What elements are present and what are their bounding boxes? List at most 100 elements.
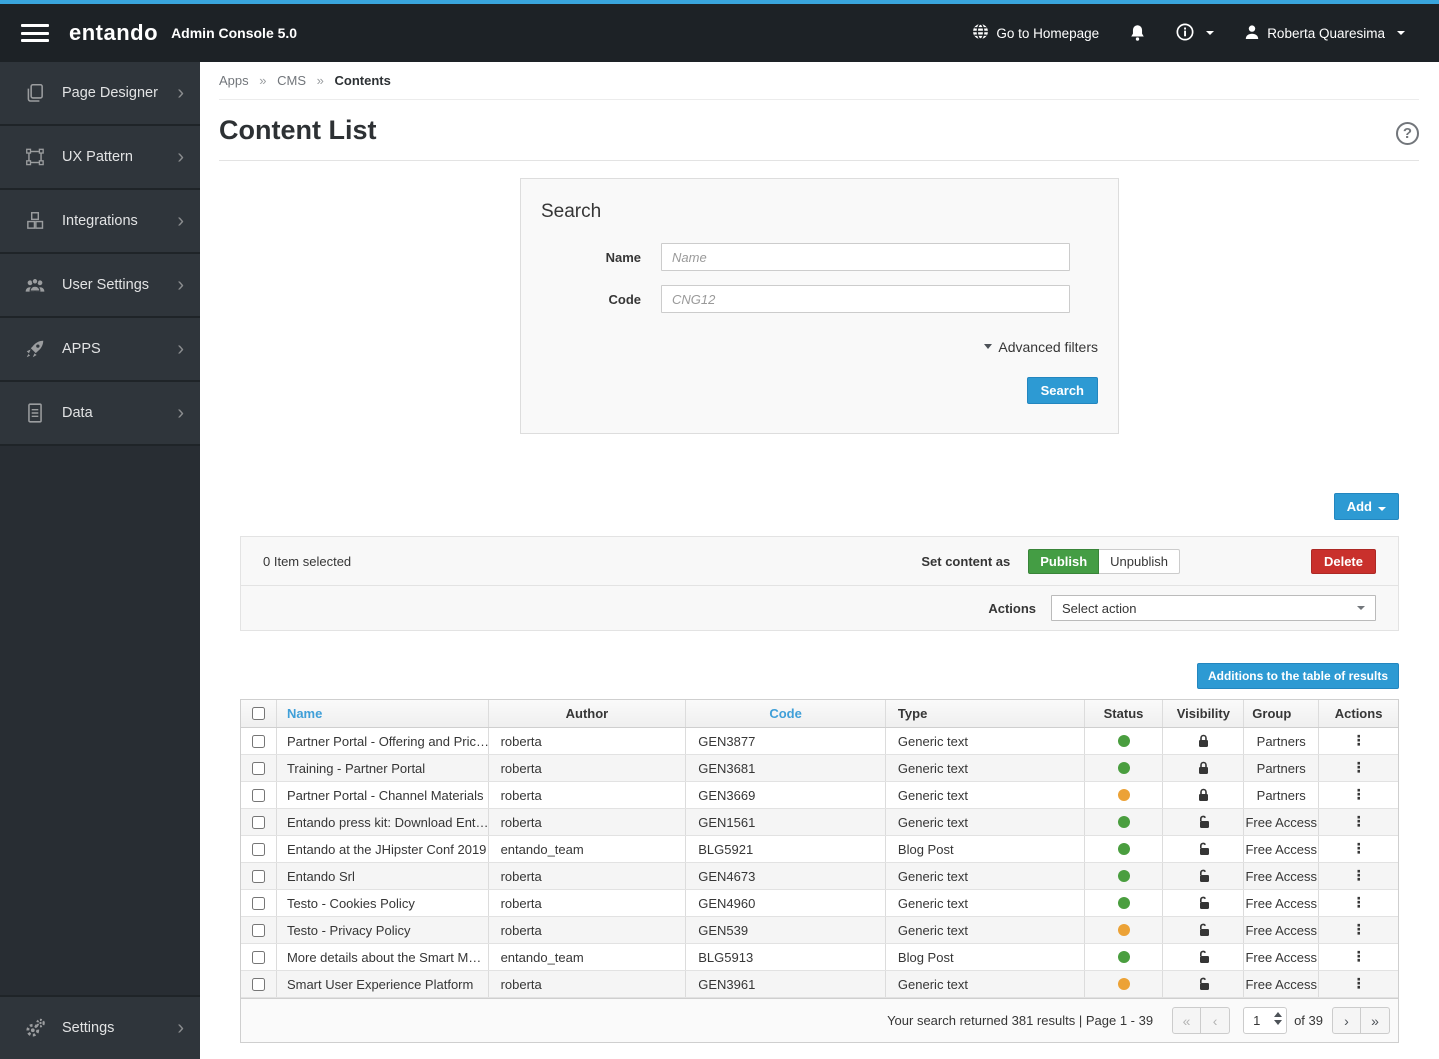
sidebar-item-apps[interactable]: APPS › (0, 318, 200, 382)
row-checkbox[interactable] (251, 923, 265, 937)
row-checkbox[interactable] (251, 788, 265, 802)
sidebar-item-data[interactable]: Data › (0, 382, 200, 446)
header-type: Type (886, 700, 1085, 727)
cell-code: GEN1561 (686, 809, 886, 835)
breadcrumb-current: Contents (334, 73, 391, 88)
ux-pattern-icon (24, 146, 48, 168)
cell-author: roberta (489, 728, 687, 754)
cell-name: Partner Portal - Channel Materials (277, 782, 489, 808)
delete-button[interactable]: Delete (1310, 549, 1376, 574)
breadcrumb-cms[interactable]: CMS (277, 73, 306, 88)
row-actions-kebab-icon[interactable]: ⋮ (1352, 923, 1366, 937)
row-checkbox[interactable] (251, 734, 265, 748)
status-dot (1117, 978, 1130, 990)
cell-author: roberta (489, 863, 687, 889)
row-actions-kebab-icon[interactable]: ⋮ (1352, 950, 1366, 964)
cell-name: Entando Srl (277, 863, 489, 889)
lock-icon (1197, 761, 1210, 775)
sort-by-name[interactable]: Name (287, 706, 322, 721)
name-field-label: Name (605, 249, 641, 265)
status-dot (1117, 924, 1130, 936)
cell-type: Generic text (886, 863, 1085, 889)
table-header-row: Name Author Code Type Status Visibility … (241, 700, 1398, 728)
row-checkbox[interactable] (251, 977, 265, 991)
row-actions-kebab-icon[interactable]: ⋮ (1352, 896, 1366, 910)
sort-by-code[interactable]: Code (769, 706, 802, 721)
row-actions-kebab-icon[interactable]: ⋮ (1352, 761, 1366, 775)
page-count-label: of 39 (1294, 1013, 1323, 1028)
chevron-right-icon: › (177, 1017, 184, 1039)
breadcrumb: Apps » CMS » Contents (219, 73, 391, 88)
hamburger-menu-icon[interactable] (21, 22, 51, 44)
advanced-filters-toggle[interactable]: Advanced filters (984, 339, 1098, 355)
step-down-icon[interactable] (1274, 1020, 1283, 1025)
cell-name: Entando at the JHipster Conf 2019 (277, 836, 489, 862)
table-row: Testo - Cookies Policy roberta GEN4960 G… (241, 890, 1398, 917)
user-settings-icon (24, 274, 48, 296)
name-search-input[interactable] (661, 243, 1070, 271)
chevron-down-icon (1206, 31, 1215, 35)
go-to-homepage-link[interactable]: Go to Homepage (962, 17, 1109, 49)
publish-button[interactable]: Publish (1028, 549, 1100, 574)
row-actions-kebab-icon[interactable]: ⋮ (1352, 842, 1366, 856)
step-up-icon[interactable] (1274, 1012, 1283, 1017)
code-search-input[interactable] (661, 285, 1070, 313)
row-actions-kebab-icon[interactable]: ⋮ (1352, 977, 1366, 991)
row-actions-kebab-icon[interactable]: ⋮ (1352, 869, 1366, 883)
page-stepper[interactable] (1274, 1012, 1283, 1025)
cell-group: Free Access (1244, 917, 1320, 943)
add-button[interactable]: Add (1333, 493, 1399, 520)
pagination-first-button[interactable]: « (1172, 1007, 1202, 1034)
chevron-down-icon (984, 344, 993, 349)
pagination-last-button[interactable]: » (1361, 1007, 1390, 1034)
cell-name: Partner Portal - Offering and Pric… (277, 728, 489, 754)
page-designer-icon (24, 82, 48, 104)
row-checkbox[interactable] (251, 950, 265, 964)
row-actions-kebab-icon[interactable]: ⋮ (1352, 734, 1366, 748)
unpublish-button[interactable]: Unpublish (1099, 549, 1180, 574)
cell-author: entando_team (489, 836, 687, 862)
sidebar-item-page-designer[interactable]: Page Designer › (0, 62, 200, 126)
notifications-bell-icon[interactable] (1119, 18, 1156, 48)
cell-name: More details about the Smart M… (277, 944, 489, 970)
row-checkbox[interactable] (251, 761, 265, 775)
table-row: More details about the Smart M… entando_… (241, 944, 1398, 971)
row-actions-kebab-icon[interactable]: ⋮ (1352, 788, 1366, 802)
pagination-prev-button[interactable]: ‹ (1201, 1007, 1231, 1034)
cell-type: Blog Post (886, 836, 1085, 862)
select-all-checkbox[interactable] (251, 707, 265, 720)
cell-author: roberta (489, 917, 687, 943)
row-checkbox[interactable] (251, 869, 265, 883)
table-row: Partner Portal - Offering and Pric… robe… (241, 728, 1398, 755)
header-actions: Actions (1334, 706, 1383, 721)
content-table: Name Author Code Type Status Visibility … (240, 699, 1399, 1043)
table-body: Partner Portal - Offering and Pric… robe… (241, 728, 1398, 998)
row-checkbox[interactable] (251, 896, 265, 910)
row-checkbox[interactable] (251, 842, 265, 856)
set-content-as-label: Set content as (921, 554, 1011, 569)
table-row: Entando Srl roberta GEN4673 Generic text… (241, 863, 1398, 890)
row-actions-kebab-icon[interactable]: ⋮ (1352, 815, 1366, 829)
sidebar-item-integrations[interactable]: Integrations › (0, 190, 200, 254)
breadcrumb-apps[interactable]: Apps (219, 73, 249, 88)
search-button[interactable]: Search (1026, 376, 1098, 404)
sidebar-item-settings[interactable]: Settings › (0, 995, 200, 1059)
pagination-next-button[interactable]: › (1332, 1007, 1361, 1034)
cell-type: Generic text (886, 755, 1085, 781)
info-menu[interactable] (1166, 17, 1224, 50)
additions-to-table-button[interactable]: Additions to the table of results (1196, 663, 1399, 689)
sidebar-item-user-settings[interactable]: User Settings › (0, 254, 200, 318)
sidebar-item-ux-pattern[interactable]: UX Pattern › (0, 126, 200, 190)
unlock-icon (1196, 869, 1211, 883)
chevron-down-icon (1378, 507, 1386, 511)
cell-group: Free Access (1244, 809, 1320, 835)
user-menu[interactable]: Roberta Quaresima (1234, 18, 1415, 49)
actions-select[interactable]: Select action (1051, 595, 1376, 621)
cell-code: GEN3681 (686, 755, 886, 781)
status-dot (1117, 762, 1130, 774)
row-checkbox[interactable] (251, 815, 265, 829)
user-icon (1244, 24, 1260, 43)
help-icon[interactable]: ? (1396, 122, 1419, 145)
brand-logo: entando (69, 20, 159, 45)
cell-name: Entando press kit: Download Ent… (277, 809, 489, 835)
